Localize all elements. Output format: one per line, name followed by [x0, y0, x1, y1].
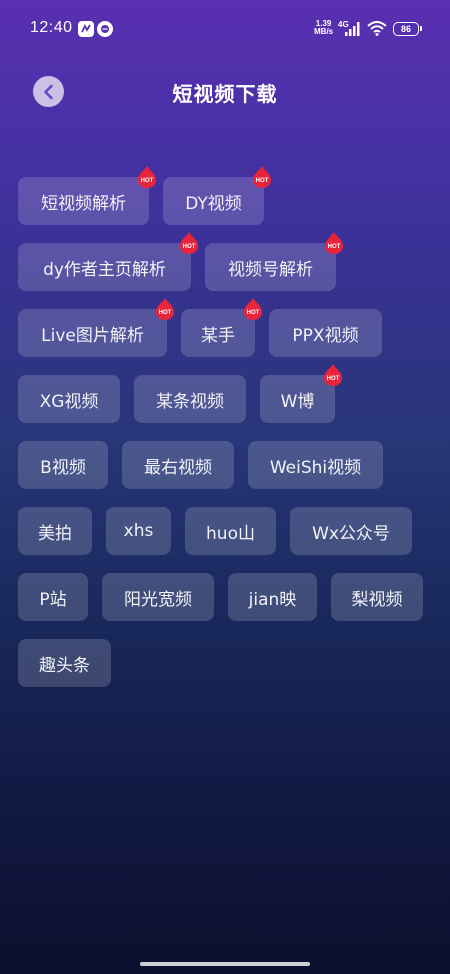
status-time: 12:40 [30, 19, 73, 36]
chip-dy-author-parse[interactable]: dy作者主页解析 HOT [18, 232, 198, 291]
chip-label: 短视频解析 [41, 193, 126, 214]
chip-label: jian映 [248, 589, 297, 610]
chip-b-video[interactable]: B视频 [18, 441, 108, 489]
chip-weishi-video[interactable]: WeiShi视频 [248, 441, 383, 489]
chip-row: dy作者主页解析 HOT 视频号解析 HOT [0, 232, 450, 293]
network-speed: 1.39 MB/s [314, 20, 333, 36]
chip-label: Live图片解析 [41, 325, 144, 346]
chip-label: 梨视频 [351, 589, 403, 610]
chip-moushou[interactable]: 某手 HOT [181, 298, 262, 357]
hot-badge-icon: HOT [180, 232, 198, 254]
chip-label: WeiShi视频 [269, 457, 362, 478]
network-speed-unit: MB/s [314, 27, 334, 36]
chip-row: Live图片解析 HOT 某手 HOT PPX视频 [0, 298, 450, 359]
chip-row: 美拍 xhs huo山 Wx公众号 [0, 507, 450, 557]
home-indicator[interactable] [140, 962, 310, 966]
chip-label: 阳光宽频 [124, 589, 192, 610]
chip-label: 最右视频 [144, 457, 212, 478]
chip-label: B视频 [40, 457, 86, 478]
chip-jianying[interactable]: jian映 [228, 573, 317, 621]
chip-label: 某条视频 [156, 391, 224, 412]
svg-text:HOT: HOT [328, 244, 341, 250]
chip-xg-video[interactable]: XG视频 [18, 375, 120, 423]
chip-short-video-parse[interactable]: 短视频解析 HOT [18, 166, 156, 225]
chip-label: P站 [39, 589, 67, 610]
hot-badge-icon: HOT [253, 166, 271, 188]
app-notification-icon [78, 21, 94, 37]
chip-live-photo-parse[interactable]: Live图片解析 HOT [18, 298, 174, 357]
chip-dy-video[interactable]: DY视频 HOT [163, 166, 271, 225]
chip-huoshan[interactable]: huo山 [185, 507, 276, 555]
chip-xhs[interactable]: xhs [106, 507, 171, 555]
chip-label: dy作者主页解析 [43, 259, 166, 280]
chip-sunshine-broadband[interactable]: 阳光宽频 [102, 573, 214, 621]
chip-label: huo山 [206, 523, 255, 544]
chip-meipai[interactable]: 美拍 [18, 507, 92, 555]
chip-zuiyou-video[interactable]: 最右视频 [122, 441, 234, 489]
header: 短视频下载 [0, 60, 450, 122]
chip-row: P站 阳光宽频 jian映 梨视频 [0, 573, 450, 623]
chip-label: 趣头条 [39, 655, 90, 676]
chip-moutiao-video[interactable]: 某条视频 [134, 375, 246, 423]
chip-row: XG视频 某条视频 W博 HOT [0, 364, 450, 425]
chip-ppx-video[interactable]: PPX视频 [269, 309, 382, 357]
status-bar: 12:40 1.39 MB/s 4G 86 [0, 0, 450, 60]
chip-row: 趣头条 [0, 639, 450, 689]
hot-badge-icon: HOT [138, 166, 156, 188]
svg-text:HOT: HOT [141, 178, 154, 184]
chip-label: 美拍 [38, 523, 72, 544]
chip-label: W博 [280, 391, 315, 412]
wifi-icon [367, 21, 387, 36]
chip-channels-parse[interactable]: 视频号解析 HOT [205, 232, 343, 291]
hot-badge-icon: HOT [156, 298, 174, 320]
chip-label: DY视频 [185, 193, 242, 214]
chip-qutoutiao[interactable]: 趣头条 [18, 639, 111, 687]
chip-label: xhs [123, 521, 154, 541]
chip-label: XG视频 [39, 391, 99, 412]
chip-row: 短视频解析 HOT DY视频 HOT [0, 166, 450, 227]
chip-weibo[interactable]: W博 HOT [260, 364, 342, 423]
battery-icon: 86 [393, 22, 422, 36]
chip-wx-official[interactable]: Wx公众号 [290, 507, 412, 555]
signal-icon [345, 22, 360, 36]
page-title: 短视频下载 [172, 82, 278, 106]
chip-label: 某手 [201, 325, 235, 346]
svg-text:HOT: HOT [247, 310, 260, 316]
chip-p-site[interactable]: P站 [18, 573, 88, 621]
svg-text:HOT: HOT [327, 376, 340, 382]
hot-badge-icon: HOT [325, 232, 343, 254]
chip-row: B视频 最右视频 WeiShi视频 [0, 441, 450, 491]
app-notification-icon [97, 21, 113, 37]
svg-text:HOT: HOT [183, 244, 196, 250]
chip-pear-video[interactable]: 梨视频 [331, 573, 423, 621]
svg-text:HOT: HOT [159, 310, 172, 316]
svg-text:HOT: HOT [256, 178, 269, 184]
chip-label: 视频号解析 [228, 259, 313, 280]
hot-badge-icon: HOT [244, 298, 262, 320]
hot-badge-icon: HOT [324, 364, 342, 386]
chip-label: PPX视频 [292, 325, 359, 346]
chip-label: Wx公众号 [312, 523, 390, 544]
